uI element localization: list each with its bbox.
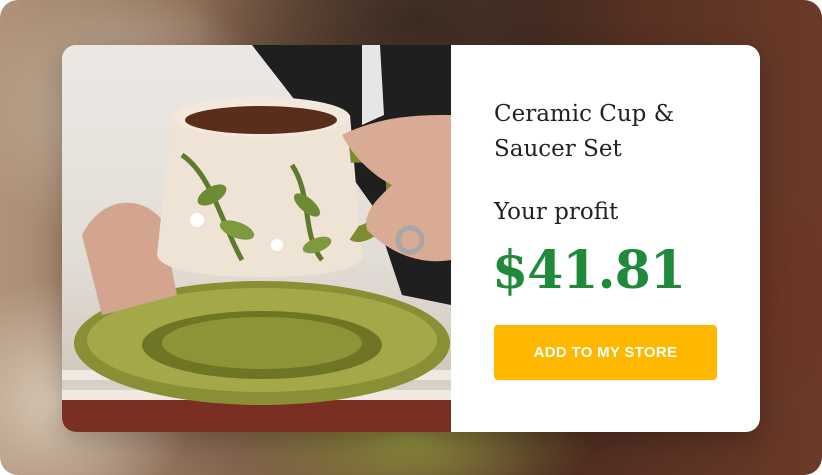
product-info-panel: Ceramic Cup & Saucer Set Your profit $41… — [451, 45, 760, 432]
product-card: Ceramic Cup & Saucer Set Your profit $41… — [62, 45, 760, 432]
product-image — [62, 45, 451, 432]
profit-value: $41.81 — [492, 240, 686, 301]
profit-label: Your profit — [494, 199, 619, 225]
add-to-store-button[interactable]: ADD TO MY STORE — [494, 325, 717, 380]
product-title: Ceramic Cup & Saucer Set — [494, 101, 675, 162]
